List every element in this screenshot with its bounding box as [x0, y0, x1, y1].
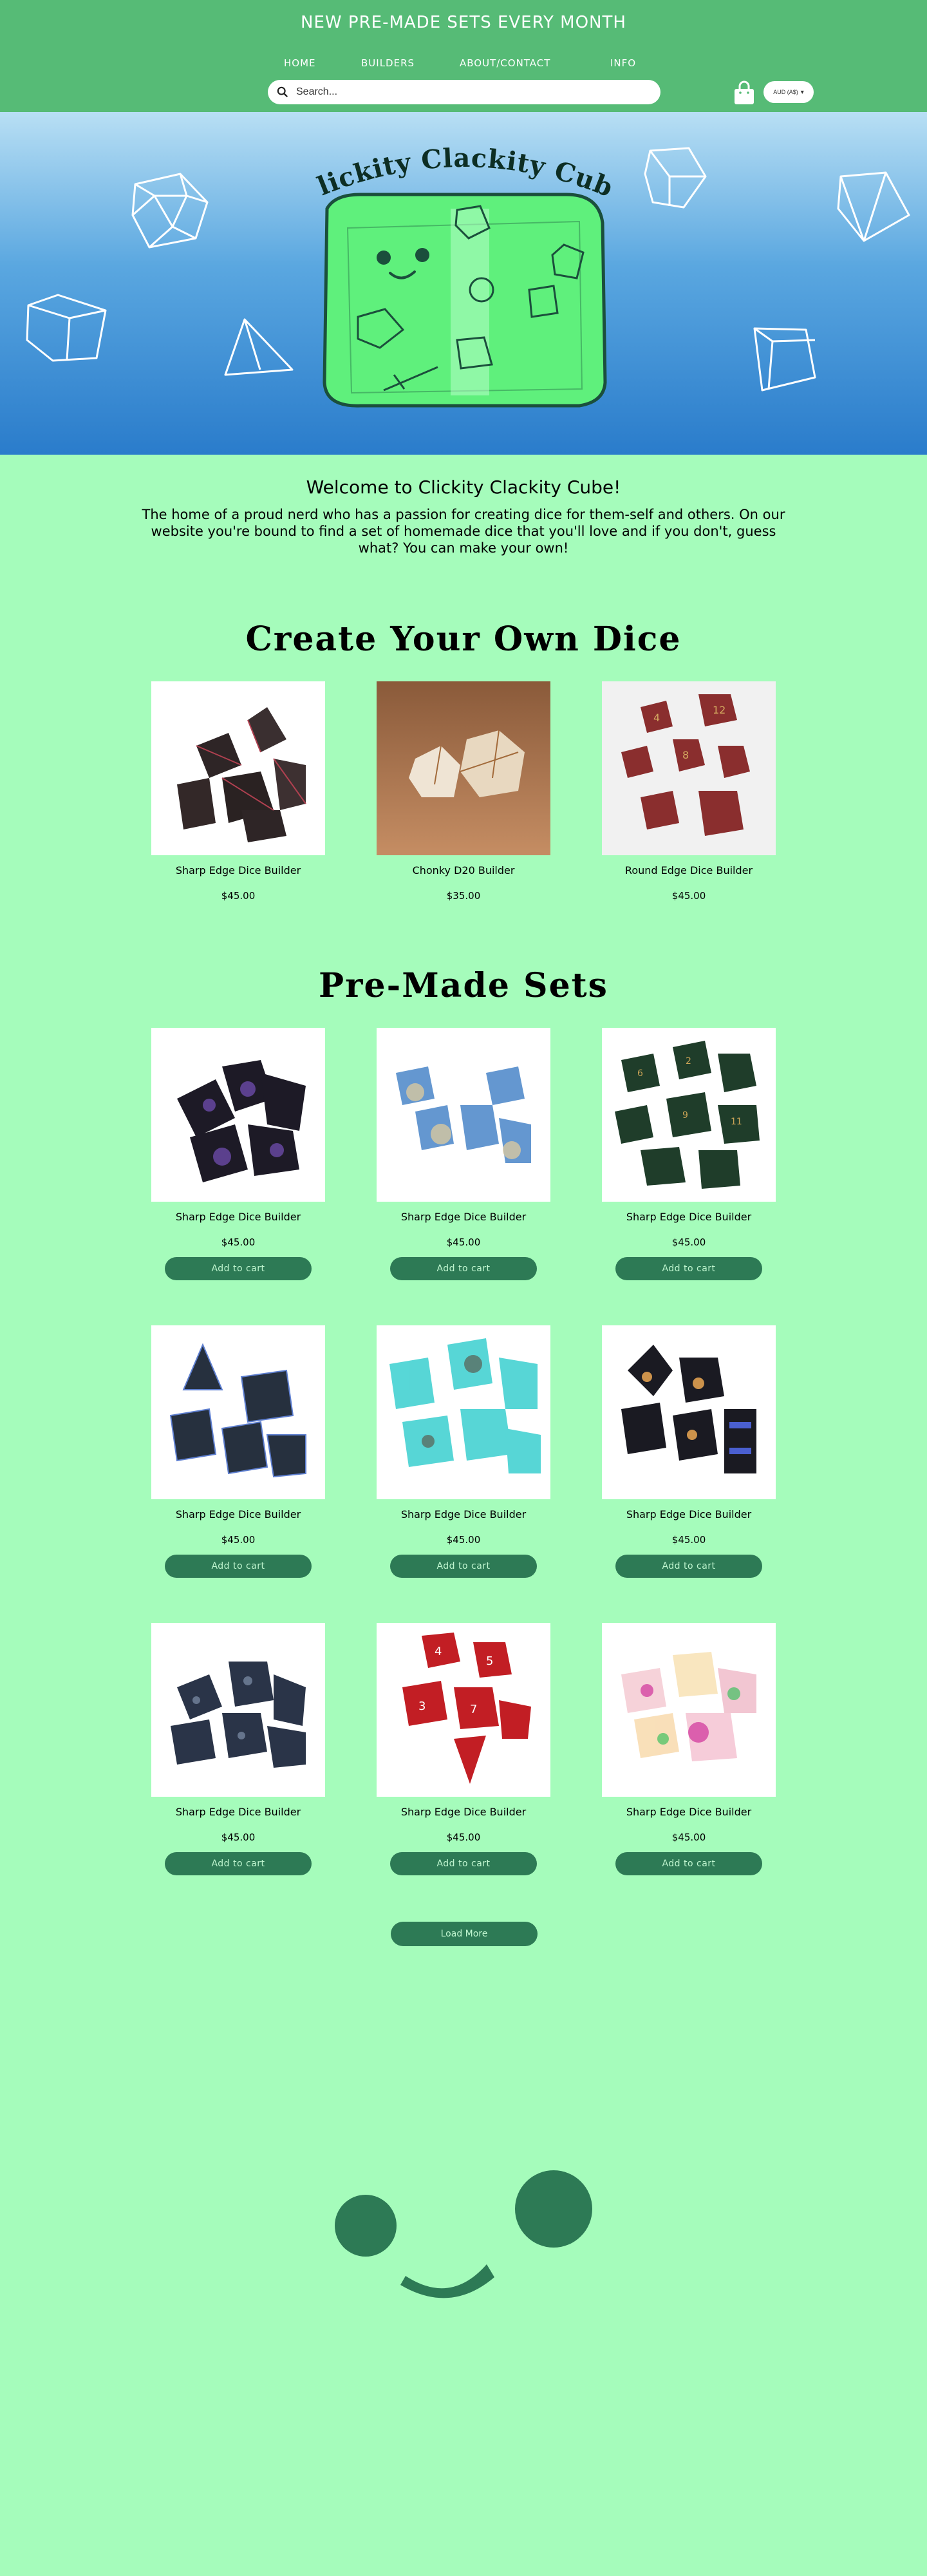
add-to-cart-button[interactable]: Add to cart [615, 1555, 762, 1578]
product-image[interactable] [151, 1028, 325, 1202]
search-input[interactable] [295, 86, 645, 99]
nav-builders[interactable]: BUILDERS [361, 57, 415, 69]
premade-product-card[interactable]: 4 5 3 7 Sharp Edge Dice Builder $45.00 Add … [377, 1623, 550, 1875]
premade-section-title: Pre-Made Sets [319, 966, 608, 1005]
add-to-cart-button[interactable]: Add to cart [390, 1257, 537, 1280]
svg-text:5: 5 [486, 1654, 493, 1668]
svg-text:12: 12 [713, 704, 726, 716]
product-price: $45.00 [446, 1832, 481, 1843]
d4-doodle-icon [224, 318, 294, 376]
nav-info[interactable]: INFO [610, 57, 636, 69]
search-icon [277, 86, 288, 98]
product-name[interactable]: Sharp Edge Dice Builder [377, 1211, 550, 1224]
add-to-cart-button[interactable]: Add to cart [165, 1257, 312, 1280]
welcome-title: Welcome to Clickity Clackity Cube! [306, 477, 621, 498]
product-name[interactable]: Sharp Edge Dice Builder [151, 1806, 325, 1819]
product-name[interactable]: Chonky D20 Builder [377, 864, 550, 877]
product-price: $45.00 [671, 1534, 706, 1546]
svg-text:Clickity Clackity Cube: Clickity Clackity Cube [0, 112, 617, 204]
premade-product-card[interactable]: Sharp Edge Dice Builder $45.00 Add to ca… [151, 1028, 325, 1280]
svg-text:4: 4 [653, 712, 660, 724]
product-image[interactable] [151, 1325, 325, 1499]
product-image[interactable] [602, 1325, 776, 1499]
add-to-cart-button[interactable]: Add to cart [165, 1852, 312, 1875]
premade-product-card[interactable]: 6 2 9 11 Sharp Edge Dice Builder $45.00 Add… [602, 1028, 776, 1280]
logo-title: Clickity Clackity Cube [0, 112, 617, 204]
svg-text:2: 2 [686, 1056, 691, 1066]
smiley-face-illustration [335, 2170, 592, 2298]
d10-doodle-icon [644, 147, 707, 209]
product-name[interactable]: Sharp Edge Dice Builder [377, 1508, 550, 1521]
premade-product-card[interactable]: Sharp Edge Dice Builder $45.00 Add to ca… [377, 1325, 550, 1578]
search-bar[interactable] [268, 80, 660, 104]
product-name[interactable]: Sharp Edge Dice Builder [151, 864, 325, 877]
product-name[interactable]: Sharp Edge Dice Builder [151, 1508, 325, 1521]
product-image[interactable] [377, 1325, 550, 1499]
product-name[interactable]: Sharp Edge Dice Builder [602, 1211, 776, 1224]
add-to-cart-button[interactable]: Add to cart [390, 1555, 537, 1578]
product-image[interactable] [151, 681, 325, 855]
product-price: $45.00 [671, 890, 706, 902]
chevron-down-icon: ▾ [800, 88, 804, 96]
d20-doodle-icon [131, 173, 209, 249]
currency-selector[interactable]: AUD (A$) ▾ [763, 81, 814, 103]
product-image[interactable] [151, 1623, 325, 1797]
currency-label: AUD (A$) [773, 89, 798, 95]
product-image[interactable] [377, 681, 550, 855]
premade-product-card[interactable]: Sharp Edge Dice Builder $45.00 Add to ca… [151, 1623, 325, 1875]
product-name[interactable]: Sharp Edge Dice Builder [151, 1211, 325, 1224]
nav-home[interactable]: HOME [284, 57, 316, 69]
main-nav: HOME BUILDERS ABOUT/CONTACT INFO [0, 57, 927, 73]
svg-text:3: 3 [418, 1700, 426, 1713]
product-price: $45.00 [221, 890, 256, 902]
d6-doodle-icon [753, 327, 816, 392]
product-image[interactable] [377, 1028, 550, 1202]
premade-product-card[interactable]: Sharp Edge Dice Builder $45.00 Add to ca… [377, 1028, 550, 1280]
welcome-text: The home of a proud nerd who has a passi… [142, 507, 785, 556]
svg-text:9: 9 [682, 1110, 688, 1121]
shopping-bag-icon[interactable] [733, 80, 756, 106]
product-image[interactable]: 4 5 3 7 [377, 1623, 550, 1797]
product-price: $45.00 [221, 1832, 256, 1843]
nav-about-contact[interactable]: ABOUT/CONTACT [460, 57, 550, 69]
product-price: $45.00 [671, 1832, 706, 1843]
premade-product-card[interactable]: Sharp Edge Dice Builder $45.00 Add to ca… [151, 1325, 325, 1578]
svg-text:11: 11 [731, 1117, 742, 1127]
product-price: $45.00 [671, 1236, 706, 1248]
d8-doodle-icon [837, 171, 910, 242]
builder-product-card[interactable]: Sharp Edge Dice Builder $45.00 [151, 681, 325, 902]
product-name[interactable]: Sharp Edge Dice Builder [602, 1806, 776, 1819]
premade-product-card[interactable]: Sharp Edge Dice Builder $45.00 Add to ca… [602, 1325, 776, 1578]
announcement-bar: NEW PRE-MADE SETS EVERY MONTH [301, 13, 626, 32]
svg-text:6: 6 [637, 1068, 643, 1079]
product-price: $45.00 [446, 1534, 481, 1546]
add-to-cart-button[interactable]: Add to cart [390, 1852, 537, 1875]
load-more-button[interactable]: Load More [391, 1922, 538, 1946]
svg-text:8: 8 [682, 749, 689, 761]
logo-cube-illustration: Clickity Clackity Cube [0, 112, 617, 408]
product-image[interactable]: 4 12 8 [602, 681, 776, 855]
product-price: $45.00 [221, 1534, 256, 1546]
product-price: $45.00 [221, 1236, 256, 1248]
hero-dice-illustrations: Clickity Clackity Cube [0, 112, 910, 408]
add-to-cart-button[interactable]: Add to cart [615, 1852, 762, 1875]
add-to-cart-button[interactable]: Add to cart [615, 1257, 762, 1280]
builders-section-title: Create Your Own Dice [245, 620, 682, 659]
hero-banner: Clickity Clackity Cube [0, 112, 927, 455]
d6-doodle-icon [26, 294, 107, 362]
premade-product-card[interactable]: Sharp Edge Dice Builder $45.00 Add to ca… [602, 1623, 776, 1875]
svg-text:7: 7 [470, 1703, 477, 1716]
svg-text:4: 4 [435, 1645, 442, 1658]
product-image[interactable] [602, 1623, 776, 1797]
product-price: $45.00 [446, 1236, 481, 1248]
product-image[interactable]: 6 2 9 11 [602, 1028, 776, 1202]
add-to-cart-button[interactable]: Add to cart [165, 1555, 312, 1578]
builder-product-card[interactable]: 4 12 8 Round Edge Dice Builder $45.00 [602, 681, 776, 902]
product-price: $35.00 [446, 890, 481, 902]
site-header: NEW PRE-MADE SETS EVERY MONTH HOME BUILD… [0, 0, 927, 112]
product-name[interactable]: Round Edge Dice Builder [602, 864, 776, 877]
builder-product-card[interactable]: Chonky D20 Builder $35.00 [377, 681, 550, 902]
product-name[interactable]: Sharp Edge Dice Builder [602, 1508, 776, 1521]
product-name[interactable]: Sharp Edge Dice Builder [377, 1806, 550, 1819]
